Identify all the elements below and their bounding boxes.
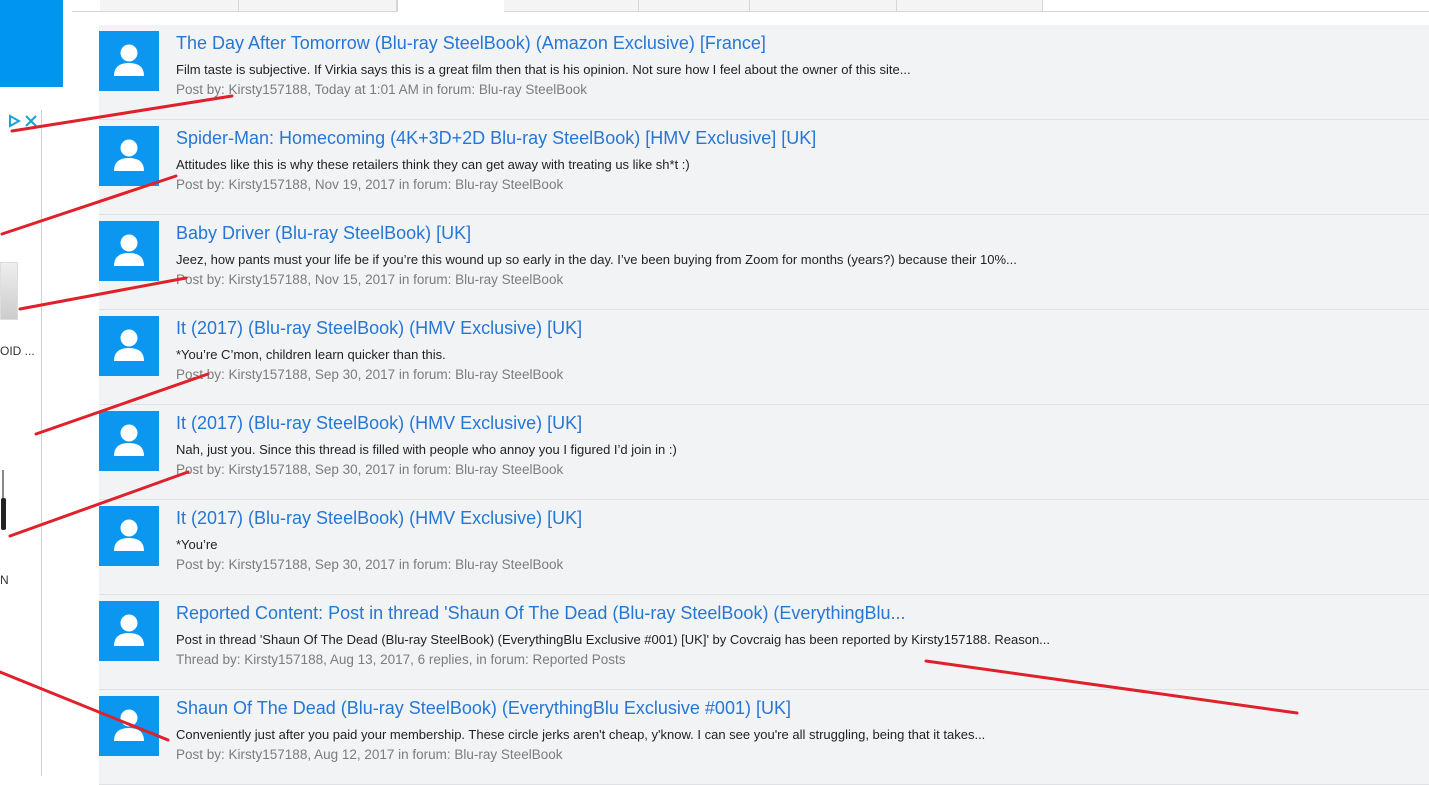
result-meta: Post by: Kirsty157188, Nov 19, 2017 in f… [176,177,564,192]
result-snippet: Nah, just you. Since this thread is fill… [176,442,677,457]
ad-caption-2[interactable]: N [0,573,9,587]
result-title-link[interactable]: Baby Driver (Blu-ray SteelBook) [UK] [176,223,471,244]
result-title-link[interactable]: The Day After Tomorrow (Blu-ray SteelBoo… [176,33,766,54]
default-user-avatar-icon[interactable] [99,601,159,661]
tab-2[interactable] [239,0,397,11]
result-meta: Post by: Kirsty157188, Nov 15, 2017 in f… [176,272,564,287]
result-snippet: *You’re C’mon, children learn quicker th… [176,347,446,362]
result-item: The Day After Tomorrow (Blu-ray SteelBoo… [99,25,1429,120]
search-results-list: The Day After Tomorrow (Blu-ray SteelBoo… [99,25,1429,785]
result-snippet: Film taste is subjective. If Virkia says… [176,62,911,77]
result-meta: Thread by: Kirsty157188, Aug 13, 2017, 6… [176,652,626,667]
result-meta: Post by: Kirsty157188, Sep 30, 2017 in f… [176,367,564,382]
default-user-avatar-icon[interactable] [99,696,159,756]
ad-controls [0,110,41,132]
ad-choices-icon[interactable] [7,114,21,128]
ad-caption-1[interactable]: OID ... [0,344,35,358]
default-user-avatar-icon[interactable] [99,126,159,186]
result-title-link[interactable]: Shaun Of The Dead (Blu-ray SteelBook) (E… [176,698,791,719]
tab-3-active[interactable] [397,0,505,12]
result-title-link[interactable]: It (2017) (Blu-ray SteelBook) (HMV Exclu… [176,508,582,529]
result-title-link[interactable]: Spider-Man: Homecoming (4K+3D+2D Blu-ray… [176,128,816,149]
result-meta: Post by: Kirsty157188, Sep 30, 2017 in f… [176,557,564,572]
default-user-avatar-icon[interactable] [99,31,159,91]
result-item: It (2017) (Blu-ray SteelBook) (HMV Exclu… [99,405,1429,500]
result-snippet: Attitudes like this is why these retaile… [176,157,690,172]
result-snippet: Jeez, how pants must your life be if you… [176,252,1017,267]
result-item: It (2017) (Blu-ray SteelBook) (HMV Exclu… [99,500,1429,595]
tab-7[interactable] [897,0,1043,11]
result-meta: Post by: Kirsty157188, Sep 30, 2017 in f… [176,462,564,477]
tab-5[interactable] [639,0,750,11]
result-item: Shaun Of The Dead (Blu-ray SteelBook) (E… [99,690,1429,785]
default-user-avatar-icon[interactable] [99,221,159,281]
result-snippet: Post in thread 'Shaun Of The Dead (Blu-r… [176,632,1051,647]
result-meta: Post by: Kirsty157188, Aug 12, 2017 in f… [176,747,563,762]
result-item: Spider-Man: Homecoming (4K+3D+2D Blu-ray… [99,120,1429,215]
tab-4[interactable] [504,0,639,11]
result-title-link[interactable]: Reported Content: Post in thread 'Shaun … [176,603,906,624]
sidebar-ad-column [0,110,42,776]
close-icon[interactable] [25,115,37,127]
result-item: Reported Content: Post in thread 'Shaun … [99,595,1429,690]
result-snippet: *You’re [176,537,218,552]
ad-screwdriver-image[interactable] [1,470,6,530]
sidebar-blue-block[interactable] [0,0,63,87]
result-item: Baby Driver (Blu-ray SteelBook) [UK] Jee… [99,215,1429,310]
result-title-link[interactable]: It (2017) (Blu-ray SteelBook) (HMV Exclu… [176,413,582,434]
default-user-avatar-icon[interactable] [99,411,159,471]
result-snippet: Conveniently just after you paid your me… [176,727,986,742]
result-item: It (2017) (Blu-ray SteelBook) (HMV Exclu… [99,310,1429,405]
tab-strip [72,0,1429,12]
result-meta: Post by: Kirsty157188, Today at 1:01 AM … [176,82,587,97]
ad-product-image[interactable] [0,262,18,320]
default-user-avatar-icon[interactable] [99,506,159,566]
default-user-avatar-icon[interactable] [99,316,159,376]
tab-1[interactable] [100,0,239,11]
result-title-link[interactable]: It (2017) (Blu-ray SteelBook) (HMV Exclu… [176,318,582,339]
tab-6[interactable] [750,0,897,11]
